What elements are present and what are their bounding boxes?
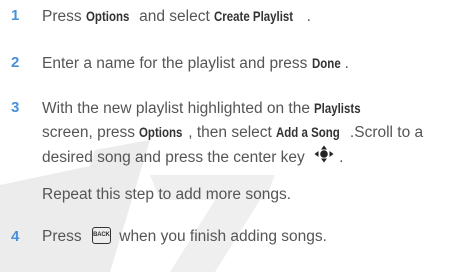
text-run: desired song and press the center key — [42, 149, 310, 167]
step-text-line-3: desired song and press the center key . — [42, 145, 472, 171]
playlists-screen-label: Playlists — [314, 100, 361, 116]
text-run: screen, press — [42, 124, 140, 141]
options-key-label: Options — [85, 8, 130, 24]
back-key-label: BACK — [93, 232, 110, 239]
create-playlist-label: Create Playlist — [214, 8, 294, 24]
instruction-list: 1 Press Options and select Create Playli… — [0, 0, 475, 272]
text-run: , then select — [188, 124, 277, 141]
step-number: 3 — [11, 99, 20, 116]
step-text: Press BACK when you finish adding songs. — [42, 225, 472, 249]
text-run: . — [339, 149, 344, 167]
step-text: Press Options and select Create Playlist… — [42, 4, 472, 29]
text-run: . — [344, 55, 349, 72]
text-run: Press — [42, 228, 86, 245]
add-a-song-label: Add a Song — [276, 124, 340, 140]
step-number: 2 — [11, 54, 20, 71]
step-number: 1 — [11, 7, 20, 24]
done-key-label: Done — [311, 55, 341, 71]
step-text-line-1: With the new playlist highlighted on the… — [42, 96, 472, 121]
text-run: and select — [134, 8, 215, 25]
text-run: .Scroll to a — [349, 124, 424, 141]
text-run: . — [306, 8, 311, 25]
step-note: Repeat this step to add more songs. — [42, 186, 292, 203]
step-text-line-2: screen, press Options , then select Add a… — [42, 120, 472, 145]
back-key-icon: BACK — [91, 227, 111, 245]
step-number: 4 — [11, 228, 20, 245]
text-run: Enter a name for the playlist and press — [42, 55, 312, 72]
text-run: Press — [42, 8, 86, 25]
text-run: With the new playlist highlighted on the — [42, 100, 315, 117]
step-text: Enter a name for the playlist and press … — [42, 51, 472, 76]
navigation-center-key-icon — [311, 145, 337, 171]
text-run: when you finish adding songs. — [114, 228, 327, 245]
options-key-label: Options — [139, 124, 183, 140]
